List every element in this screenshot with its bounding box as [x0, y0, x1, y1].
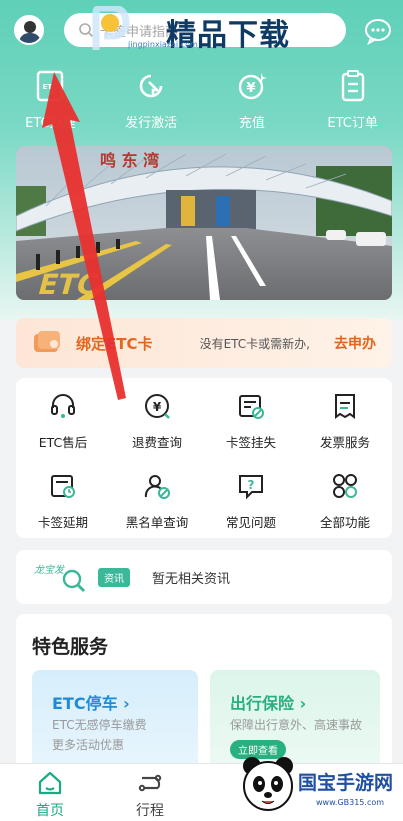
service-refund-query[interactable]: ¥ 退费查询: [110, 378, 204, 458]
quick-actions: ETC ETC办理 发行激活 ¥ 充值 ETC订单: [0, 70, 403, 138]
quick-label: 充值: [238, 116, 265, 131]
service-extend[interactable]: 卡签延期: [16, 458, 110, 538]
watermark-bottom: 国宝手游网 www.GB315.com: [236, 748, 403, 821]
apply-link[interactable]: 去申办: [334, 333, 376, 353]
service-blacklist[interactable]: 黑名单查询: [110, 458, 204, 538]
travel-insurance-line: 保障出行意外、高速事故: [230, 718, 363, 732]
promo-banner[interactable]: 鸣 东 湾 ETC: [16, 146, 392, 300]
travel-insurance-title: 出行保险 ›: [230, 694, 307, 713]
bind-card-title: 绑定ETC卡: [76, 334, 153, 353]
activate-icon: [139, 74, 163, 98]
search-placeholder: 卡签申请指南: [100, 24, 179, 40]
tab-label: 首页: [36, 803, 64, 819]
service-label: 卡签延期: [37, 515, 88, 530]
blacklist-icon: [144, 475, 170, 499]
watermark-bottom-title: 国宝手游网: [298, 772, 394, 794]
news-bar[interactable]: 龙宝发 资讯 暂无相关资讯: [16, 550, 392, 604]
service-label: ETC售后: [38, 435, 88, 450]
headset-icon: [51, 394, 75, 418]
quick-label: ETC办理: [25, 116, 76, 131]
card-icon: [34, 331, 60, 352]
banner-sign-text: 鸣 东 湾: [100, 151, 159, 170]
service-invoice[interactable]: 发票服务: [298, 378, 392, 458]
refund-icon: ¥: [145, 394, 170, 419]
watermark-bottom-url: www.GB315.com: [316, 798, 385, 807]
news-tag: 资讯: [98, 567, 130, 587]
faq-icon: ?: [239, 475, 263, 500]
service-label: 黑名单查询: [125, 515, 189, 530]
quick-activate[interactable]: 发行激活: [101, 70, 202, 138]
user-avatar[interactable]: [14, 15, 44, 45]
extend-icon: [51, 475, 75, 498]
search-bar[interactable]: 卡签申请指南: [64, 13, 346, 47]
news-logo-text: 龙宝发: [34, 564, 65, 576]
svg-text:¥: ¥: [246, 81, 255, 96]
service-label: 常见问题: [225, 515, 276, 530]
quick-orders[interactable]: ETC订单: [302, 70, 403, 138]
toll-station-image: 鸣 东 湾 ETC: [16, 146, 392, 300]
service-report-loss[interactable]: 卡签挂失: [204, 378, 298, 458]
service-etc-aftersale[interactable]: ETC售后: [16, 378, 110, 458]
quick-label: 发行激活: [125, 116, 178, 131]
etc-card-icon: ETC: [37, 70, 64, 102]
news-logo: 龙宝发: [34, 564, 86, 593]
svg-text:ETC: ETC: [43, 83, 58, 91]
news-text: 暂无相关资讯: [152, 571, 231, 587]
bind-etc-card-banner[interactable]: 绑定ETC卡 没有ETC卡或需新办, 去申办: [16, 318, 392, 368]
etc-parking-title: ETC停车 ›: [52, 694, 130, 713]
chat-icon[interactable]: [364, 17, 392, 45]
panda-logo-icon: [243, 757, 293, 811]
svg-text:?: ?: [248, 478, 255, 492]
tab-home[interactable]: 首页: [0, 764, 100, 821]
order-icon: [341, 70, 364, 102]
tab-label: 行程: [136, 803, 164, 819]
home-icon: [38, 771, 62, 795]
service-label: 退费查询: [131, 435, 182, 450]
all-functions-icon: [333, 474, 357, 498]
search-icon: [79, 23, 94, 38]
report-loss-icon: [239, 395, 264, 419]
etc-parking-line: ETC无感停车缴费: [52, 718, 147, 732]
trip-icon: [138, 774, 162, 792]
recharge-icon: ¥: [238, 73, 267, 100]
services-panel: ETC售后 ¥ 退费查询 卡签挂失 发票服务 卡签延期 黑名单查询 ? 常见问题: [16, 378, 392, 538]
top-bar: 卡签申请指南: [0, 0, 403, 62]
service-label: 全部功能: [319, 515, 370, 530]
feature-title: 特色服务: [32, 636, 109, 658]
service-label: 发票服务: [319, 435, 370, 450]
bind-card-desc: 没有ETC卡或需新办,: [199, 336, 310, 351]
banner-road-text: ETC: [35, 268, 102, 300]
quick-label: ETC订单: [327, 116, 378, 131]
invoice-icon: [335, 394, 355, 419]
etc-parking-line: 更多活动优惠: [52, 738, 125, 752]
service-all-functions[interactable]: 全部功能: [298, 458, 392, 538]
quick-recharge[interactable]: ¥ 充值: [202, 70, 303, 138]
svg-text:¥: ¥: [153, 400, 162, 414]
tab-trip[interactable]: 行程: [100, 764, 200, 821]
service-label: 卡签挂失: [225, 435, 276, 450]
quick-etc-apply[interactable]: ETC ETC办理: [0, 70, 101, 138]
service-faq[interactable]: ? 常见问题: [204, 458, 298, 538]
